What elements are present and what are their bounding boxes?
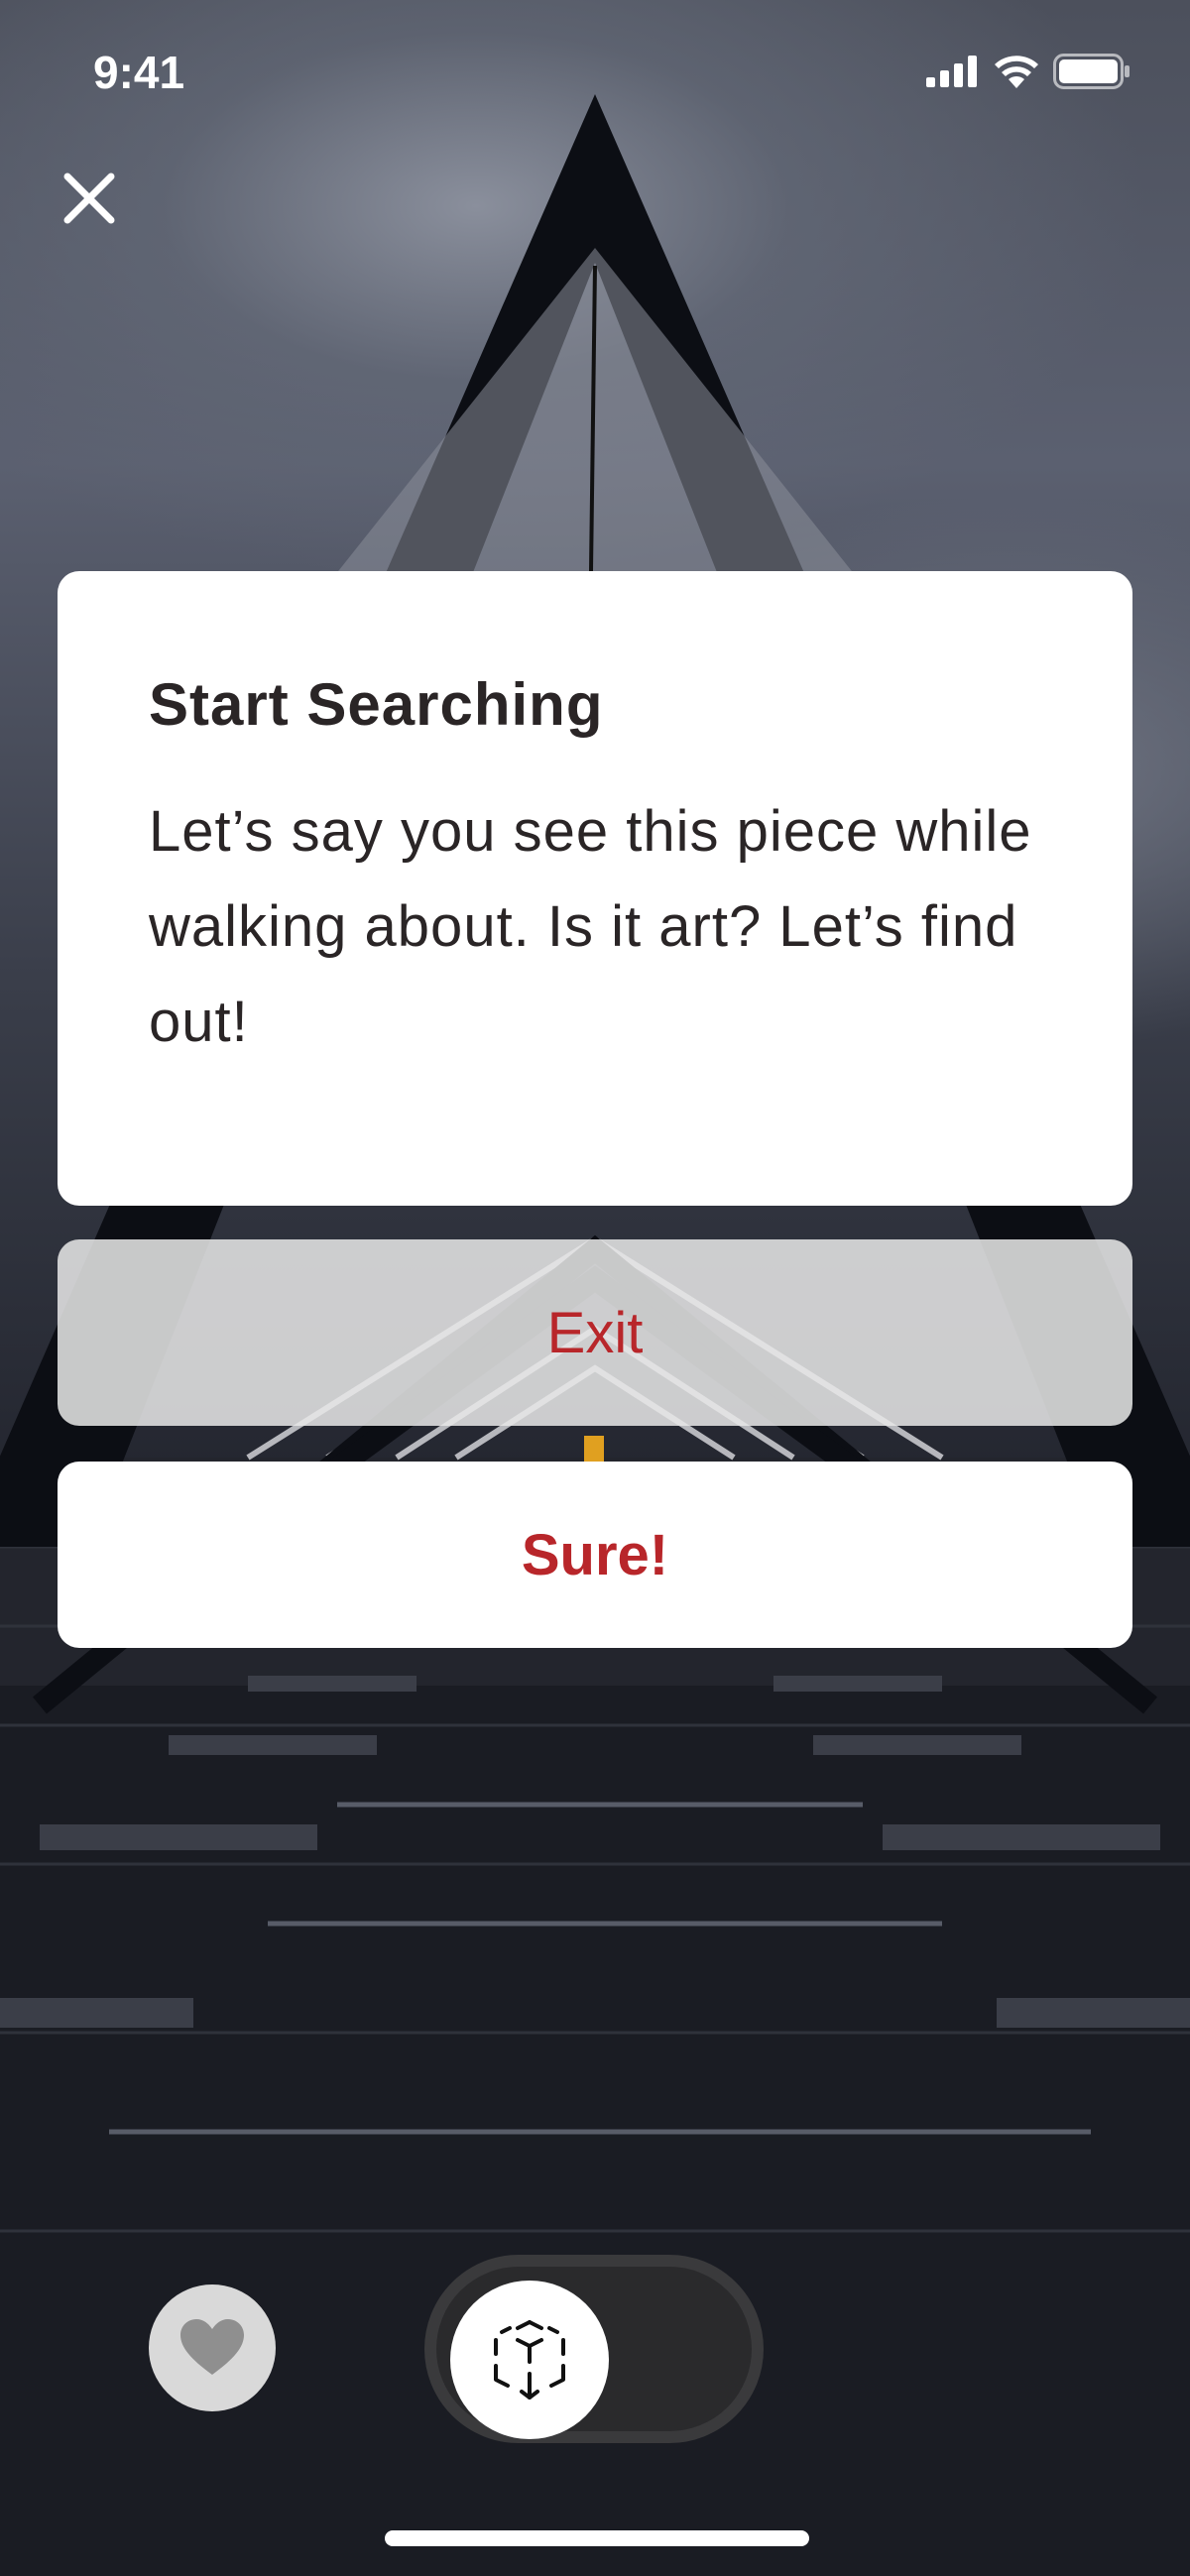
sure-button[interactable]: Sure! bbox=[58, 1462, 1132, 1648]
dialog-body: Let’s say you see this piece while walki… bbox=[149, 799, 1032, 1054]
exit-button[interactable]: Exit bbox=[58, 1239, 1132, 1426]
close-button[interactable] bbox=[50, 159, 129, 238]
dialog-title: Start Searching bbox=[149, 671, 604, 738]
signal-icon bbox=[926, 56, 977, 87]
wifi-icon bbox=[995, 56, 1038, 88]
ar-scan-screen: 9:41 Start Searching Let’s say you see t… bbox=[0, 0, 1190, 2576]
close-icon bbox=[63, 173, 115, 224]
ar-mode-toggle[interactable] bbox=[424, 2255, 764, 2443]
favorite-button[interactable] bbox=[149, 2284, 276, 2411]
toggle-knob[interactable] bbox=[450, 2281, 609, 2439]
home-indicator bbox=[385, 2530, 809, 2546]
status-icons bbox=[926, 54, 1132, 89]
ar-cube-icon bbox=[494, 2320, 565, 2400]
onboarding-dialog: Start Searching Let’s say you see this p… bbox=[58, 571, 1132, 1206]
battery-icon bbox=[1053, 54, 1130, 89]
status-time: 9:41 bbox=[93, 47, 185, 98]
heart-icon bbox=[180, 2319, 244, 2375]
